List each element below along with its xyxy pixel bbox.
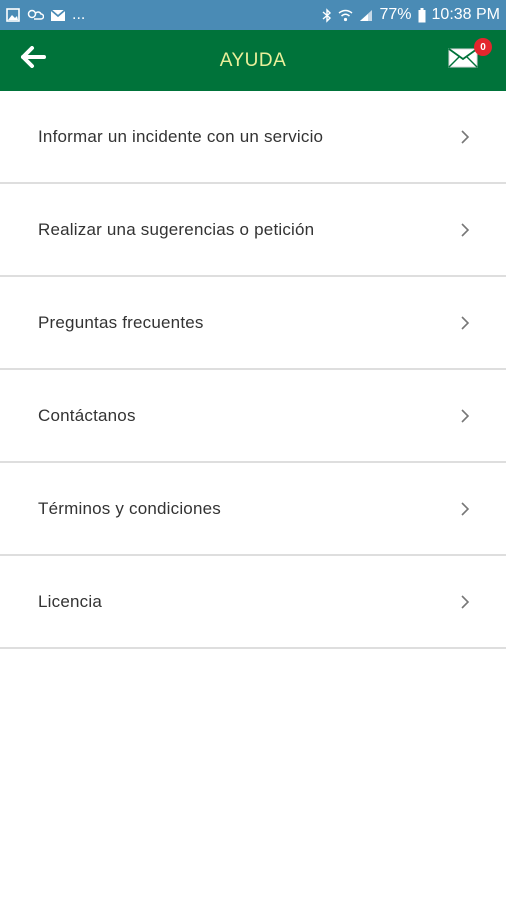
chevron-right-icon bbox=[460, 222, 472, 238]
wifi-icon bbox=[338, 9, 353, 22]
notification-overflow: ... bbox=[72, 6, 86, 23]
back-button[interactable] bbox=[16, 42, 50, 76]
clock: 10:38 PM bbox=[431, 6, 500, 23]
page-title: AYUDA bbox=[219, 49, 287, 71]
signal-icon bbox=[359, 9, 373, 22]
help-menu-list: Informar un incidente con un servicio Re… bbox=[0, 91, 506, 649]
menu-item-label: Términos y condiciones bbox=[38, 498, 221, 518]
chevron-right-icon bbox=[460, 315, 472, 331]
mail-badge: 0 bbox=[474, 38, 492, 56]
battery-icon bbox=[418, 7, 426, 23]
image-icon bbox=[6, 8, 20, 22]
menu-item-license[interactable]: Licencia bbox=[0, 556, 506, 649]
weather-icon bbox=[26, 8, 44, 22]
status-right: 77% 10:38 PM bbox=[322, 6, 500, 24]
menu-item-report-incident[interactable]: Informar un incidente con un servicio bbox=[0, 91, 506, 184]
menu-item-suggestion[interactable]: Realizar una sugerencias o petición bbox=[0, 184, 506, 277]
chevron-right-icon bbox=[460, 501, 472, 517]
menu-item-label: Realizar una sugerencias o petición bbox=[38, 219, 315, 239]
mail-button[interactable]: 0 bbox=[448, 38, 492, 78]
status-left: ... bbox=[6, 6, 85, 24]
menu-item-label: Preguntas frecuentes bbox=[38, 312, 204, 332]
menu-item-label: Informar un incidente con un servicio bbox=[38, 126, 324, 146]
menu-item-terms[interactable]: Términos y condiciones bbox=[0, 463, 506, 556]
menu-item-contact[interactable]: Contáctanos bbox=[0, 370, 506, 463]
bluetooth-icon bbox=[322, 7, 332, 23]
arrow-left-icon bbox=[20, 45, 46, 73]
menu-item-label: Licencia bbox=[38, 591, 102, 611]
chevron-right-icon bbox=[460, 129, 472, 145]
chevron-right-icon bbox=[460, 594, 472, 610]
menu-item-faq[interactable]: Preguntas frecuentes bbox=[0, 277, 506, 370]
envelope-icon bbox=[448, 48, 478, 73]
chevron-right-icon bbox=[460, 408, 472, 424]
gmail-icon bbox=[50, 8, 66, 22]
battery-percent: 77% bbox=[379, 6, 412, 23]
app-header: AYUDA 0 bbox=[0, 30, 506, 91]
status-bar: ... 77% 10:38 PM bbox=[0, 0, 506, 30]
menu-item-label: Contáctanos bbox=[38, 405, 136, 425]
